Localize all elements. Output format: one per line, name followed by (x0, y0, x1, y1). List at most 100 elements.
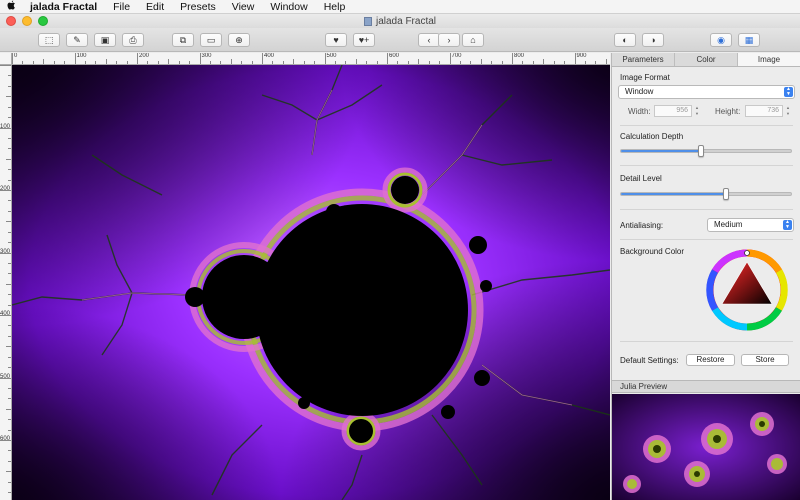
restore-button[interactable]: Restore (686, 354, 735, 366)
ruler-tick (8, 325, 11, 327)
ruler-tick (6, 346, 11, 348)
image-button[interactable]: ▭ (200, 33, 222, 47)
calc-depth-slider[interactable] (620, 145, 792, 157)
menu-edit[interactable]: Edit (138, 0, 172, 14)
ruler-tick (209, 61, 211, 64)
julia-preview[interactable] (612, 394, 800, 500)
ruler-tick (157, 61, 159, 64)
ruler-tick (8, 481, 11, 483)
ruler-tick (8, 367, 11, 369)
ruler-tick (105, 59, 107, 64)
ruler-tick (303, 61, 305, 64)
ruler-label: 700 (451, 53, 462, 59)
forward-button[interactable]: › (438, 33, 460, 47)
fullscreen-button[interactable]: ⧉ (172, 33, 194, 47)
ruler-tick (22, 61, 24, 64)
slider-knob[interactable] (697, 145, 704, 157)
zoom-in-icon: ◐ (622, 35, 628, 45)
horizontal-ruler: 0 100 200 300 400 500 600 700 800 900 (12, 53, 610, 65)
store-button[interactable]: Store (741, 354, 789, 366)
menu-view[interactable]: View (224, 0, 263, 14)
save-button[interactable]: ▣ (94, 33, 116, 47)
ruler-tick (178, 61, 180, 64)
close-button[interactable] (6, 16, 16, 26)
width-label: Width: (628, 107, 651, 116)
separator (620, 239, 793, 240)
detail-level-slider[interactable] (620, 188, 792, 200)
forward-icon: › (447, 35, 451, 45)
ruler-tick (230, 59, 232, 64)
zoom-in-button[interactable]: ◐ (614, 33, 636, 47)
favorite-button[interactable]: ♥ (325, 33, 347, 47)
ruler-tick (470, 61, 472, 64)
tab-color[interactable]: Color (675, 53, 738, 66)
menu-window[interactable]: Window (262, 0, 315, 14)
ruler-tick (376, 61, 378, 64)
ruler-tick (314, 61, 316, 64)
ruler-tick (8, 137, 11, 139)
heart-icon: ♥ (333, 35, 339, 45)
menu-app[interactable]: jalada Fractal (22, 0, 105, 14)
maximize-button[interactable] (38, 16, 48, 26)
edit-button[interactable]: ✎ (66, 33, 88, 47)
ruler-tick (324, 53, 326, 64)
julia-preview-header: Julia Preview (612, 380, 800, 393)
home-button[interactable]: ⌂ (462, 33, 484, 47)
print-button[interactable]: ⎙ (122, 33, 144, 47)
fractal-canvas[interactable] (12, 65, 610, 500)
palette-button[interactable]: ▦ (738, 33, 760, 47)
add-favorite-button[interactable]: ♥+ (353, 33, 375, 47)
slider-knob[interactable] (723, 188, 730, 200)
ruler-tick (397, 61, 399, 64)
zoom-out-button[interactable]: ◑ (642, 33, 664, 47)
toolbar: ⬚ ✎ ▣ ⎙ ⧉ ▭ ⊕ ♥ ♥+ ‹ › ⌂ ◐ ◑ ◉ ▦ (0, 28, 800, 52)
tab-parameters[interactable]: Parameters (612, 53, 675, 66)
ruler-tick (12, 53, 13, 64)
antialiasing-select[interactable]: Medium ▲ ▼ (707, 218, 794, 232)
slider-fill (621, 193, 727, 195)
ruler-tick (532, 61, 534, 64)
window-title: jalada Fractal (375, 15, 437, 27)
tab-image[interactable]: Image (738, 53, 800, 66)
ruler-label: 400 (0, 311, 11, 317)
save-icon: ▣ (100, 34, 110, 45)
fullscreen-icon: ⧉ (179, 34, 187, 45)
height-stepper[interactable]: ▲ ▼ (785, 105, 791, 117)
edit-icon: ✎ (73, 34, 81, 45)
ruler-corner (0, 53, 12, 65)
document-icon (363, 16, 372, 26)
ruler-tick (8, 273, 11, 275)
minimize-button[interactable] (22, 16, 32, 26)
ruler-tick (387, 53, 388, 64)
ruler-tick (522, 61, 524, 64)
ruler-tick (43, 59, 45, 64)
back-button[interactable]: ‹ (418, 33, 440, 47)
apple-icon[interactable] (0, 0, 22, 14)
menu-help[interactable]: Help (316, 0, 354, 14)
ruler-tick (459, 61, 461, 64)
ruler-tick (116, 61, 118, 64)
ruler-tick (189, 61, 191, 64)
width-field[interactable]: 956 (654, 105, 692, 117)
ruler-tick (418, 59, 420, 64)
menu-file[interactable]: File (105, 0, 138, 14)
ruler-tick (241, 61, 243, 64)
ruler-tick (439, 61, 441, 64)
hue-handle[interactable] (744, 250, 750, 256)
export-button[interactable]: ⬚ (38, 33, 60, 47)
ruler-tick (428, 61, 430, 64)
ruler-tick (595, 61, 597, 64)
ruler-tick (345, 61, 347, 64)
ruler-tick (53, 61, 55, 64)
color-wheel[interactable] (706, 249, 788, 331)
ruler-tick (64, 61, 66, 64)
image-format-select[interactable]: Window ▲ ▼ (618, 85, 795, 99)
ruler-tick (8, 85, 11, 87)
ruler-tick (334, 61, 336, 64)
width-stepper[interactable]: ▲ ▼ (694, 105, 700, 117)
globe-button[interactable]: ⊕ (228, 33, 250, 47)
height-field[interactable]: 736 (745, 105, 783, 117)
menu-presets[interactable]: Presets (172, 0, 224, 14)
preview-button[interactable]: ◉ (710, 33, 732, 47)
ruler-tick (6, 158, 11, 160)
